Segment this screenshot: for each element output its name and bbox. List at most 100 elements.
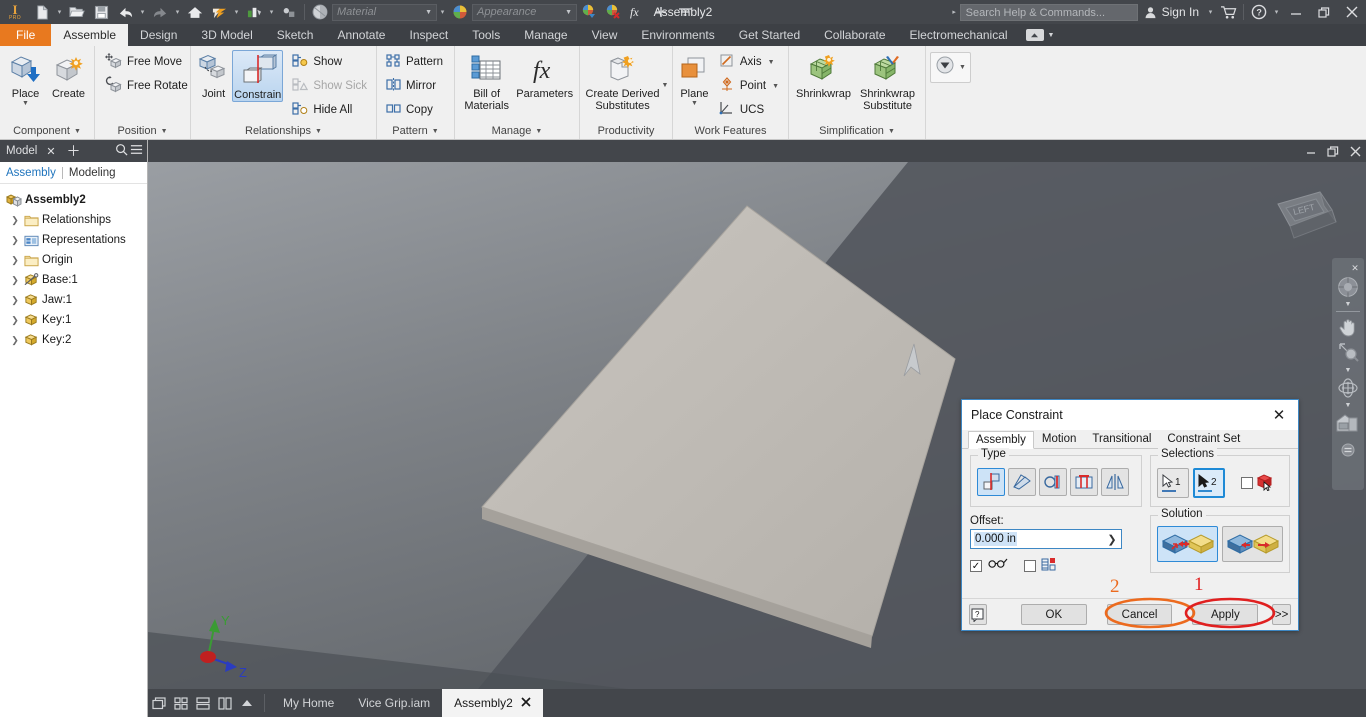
appearance-swatch-icon[interactable]	[448, 0, 472, 24]
tile-vertical-icon[interactable]	[214, 689, 236, 717]
qat-overflow-icon[interactable]	[673, 0, 697, 24]
chevron-down-icon[interactable]: ▼	[691, 100, 698, 107]
chevron-down-icon[interactable]: ▼	[959, 64, 966, 71]
work-axis-button[interactable]: Axis ▼	[714, 50, 784, 74]
chevron-down-icon[interactable]: ▼	[772, 83, 779, 90]
shopping-cart-icon[interactable]	[1216, 0, 1240, 24]
add-tab-icon[interactable]: ＋	[61, 141, 87, 161]
expand-icon[interactable]: ❯	[10, 215, 20, 226]
solution-opposed-icon[interactable]	[1157, 526, 1218, 562]
undo-dropdown-icon[interactable]: ▾	[137, 0, 148, 24]
materials-icon[interactable]	[242, 0, 266, 24]
chevron-down-icon[interactable]: ▼	[22, 100, 29, 107]
hide-all-button[interactable]: Hide All	[287, 98, 372, 122]
cascade-icon[interactable]	[148, 689, 170, 717]
show-sick-button[interactable]: Show Sick	[287, 74, 372, 98]
ribbon-panel-position-title[interactable]: Position ▼	[95, 123, 190, 139]
mirror-button[interactable]: Mirror	[381, 74, 448, 98]
chevron-down-icon[interactable]: ▼	[1345, 366, 1352, 375]
materials-dropdown-icon[interactable]: ▾	[266, 0, 277, 24]
ribbon-panel-component-title[interactable]: Component ▼	[0, 123, 94, 139]
ribbon-tab-collaborate[interactable]: Collaborate	[812, 24, 897, 46]
ribbon-tab-tools[interactable]: Tools	[460, 24, 512, 46]
tree-node-base-1[interactable]: ❯ Base:1	[4, 270, 147, 290]
expand-icon[interactable]: ❯	[10, 315, 20, 326]
copy-button[interactable]: Copy	[381, 98, 448, 122]
search-expand-icon[interactable]: ▸	[949, 0, 960, 24]
shrinkwrap-button[interactable]: Shrinkwrap	[793, 50, 854, 100]
document-tab-assembly2[interactable]: Assembly2	[442, 689, 543, 717]
expand-up-icon[interactable]	[236, 689, 258, 717]
ok-button[interactable]: OK	[1020, 604, 1087, 625]
expand-icon[interactable]: ❯	[10, 275, 20, 286]
more-options-button[interactable]: >>	[1272, 604, 1292, 625]
window-restore-button[interactable]	[1310, 0, 1338, 24]
ribbon-tab-annotate[interactable]: Annotate	[325, 24, 397, 46]
chevron-down-icon[interactable]: ▼	[1345, 300, 1352, 309]
expand-arrow-icon[interactable]: ❯	[1103, 533, 1121, 546]
material-extra-icon[interactable]: ▾	[437, 0, 448, 24]
cancel-button[interactable]: Cancel	[1106, 604, 1173, 625]
ribbon-tab-environments[interactable]: Environments	[629, 24, 726, 46]
tree-node-jaw-1[interactable]: ❯ Jaw:1	[4, 290, 147, 310]
browser-subtab-assembly[interactable]: Assembly	[6, 167, 56, 179]
ribbon-tab-electromechanical[interactable]: Electromechanical	[898, 24, 1020, 46]
tree-node-assembly2[interactable]: Assembly2	[4, 190, 147, 210]
ribbon-tab-assemble[interactable]: Assemble	[51, 24, 129, 46]
pick-part-first-icon[interactable]	[1256, 473, 1274, 494]
document-tab-my-home[interactable]: My Home	[271, 689, 346, 717]
tangent-constraint-icon[interactable]	[1039, 468, 1067, 496]
convert-button[interactable]: ▼	[930, 52, 971, 83]
new-dropdown-icon[interactable]: ▾	[54, 0, 65, 24]
adjust-appearance-icon[interactable]	[577, 0, 601, 24]
show-relationship-button[interactable]: Show	[287, 50, 372, 74]
sign-in-dropdown-icon[interactable]: ▾	[1205, 0, 1216, 24]
tree-node-key-2[interactable]: ❯ Key:2	[4, 330, 147, 350]
search-input[interactable]: Search Help & Commands...	[959, 3, 1138, 21]
close-icon[interactable]	[521, 696, 531, 710]
ribbon-panel-manage-title[interactable]: Manage ▼	[455, 123, 579, 139]
document-minimize-button[interactable]	[1300, 140, 1322, 162]
parameters-fx-icon[interactable]: fx	[625, 0, 649, 24]
look-at-icon[interactable]	[1334, 410, 1362, 440]
appearance-browser-icon[interactable]	[308, 0, 332, 24]
tile-grid-icon[interactable]	[170, 689, 192, 717]
work-plane-button[interactable]: Plane ▼	[677, 50, 712, 107]
ribbon-tab-get-started[interactable]: Get Started	[727, 24, 812, 46]
update-icon[interactable]	[207, 0, 231, 24]
ribbon-tab-file[interactable]: File	[0, 24, 52, 46]
zoom-icon[interactable]	[1334, 340, 1362, 366]
browser-tab-model[interactable]: Model	[0, 145, 41, 157]
selection-2-button[interactable]: 2	[1193, 468, 1225, 498]
help-icon[interactable]: ?	[1247, 0, 1271, 24]
place-component-button[interactable]: Place ▼	[4, 50, 47, 107]
ribbon-tab-design[interactable]: Design	[128, 24, 189, 46]
hamburger-menu-icon[interactable]	[130, 144, 143, 158]
tree-node-key-1[interactable]: ❯ Key:1	[4, 310, 147, 330]
place-constraint-dialog[interactable]: Place Constraint ✕ Assembly Motion Trans…	[961, 399, 1299, 631]
dialog-tab-motion[interactable]: Motion	[1034, 430, 1085, 448]
open-icon[interactable]	[65, 0, 89, 24]
add-to-qat-icon[interactable]	[649, 0, 673, 24]
create-derived-substitutes-button[interactable]: Create Derived Substitutes ▼	[584, 50, 668, 112]
document-tab-vice-grip[interactable]: Vice Grip.iam	[346, 689, 442, 717]
appearance-combo[interactable]: Appearance ▼	[472, 3, 577, 21]
solution-aligned-icon[interactable]	[1222, 526, 1283, 562]
free-rotate-button[interactable]: Free Rotate	[99, 74, 193, 98]
close-icon[interactable]: ✕	[1349, 262, 1361, 274]
dialog-tab-constraint-set[interactable]: Constraint Set	[1159, 430, 1248, 448]
ribbon-display-options[interactable]: ▼	[1020, 24, 1061, 46]
help-dropdown-icon[interactable]: ▾	[1271, 0, 1282, 24]
pan-icon[interactable]	[1334, 314, 1362, 340]
clear-appearance-icon[interactable]	[601, 0, 625, 24]
window-close-button[interactable]	[1338, 0, 1366, 24]
expand-icon[interactable]: ❯	[10, 235, 20, 246]
nav-settings-icon[interactable]	[1334, 440, 1362, 460]
bill-of-materials-button[interactable]: Bill of Materials	[459, 50, 514, 112]
shrinkwrap-substitute-button[interactable]: Shrinkwrap Substitute	[854, 50, 921, 112]
close-icon[interactable]: ✕	[41, 145, 60, 158]
pattern-button[interactable]: Pattern	[381, 50, 448, 74]
offset-input[interactable]: 0.000 in ❯	[970, 529, 1122, 549]
show-preview-checkbox[interactable]: ✓	[970, 560, 982, 572]
redo-icon[interactable]	[148, 0, 172, 24]
